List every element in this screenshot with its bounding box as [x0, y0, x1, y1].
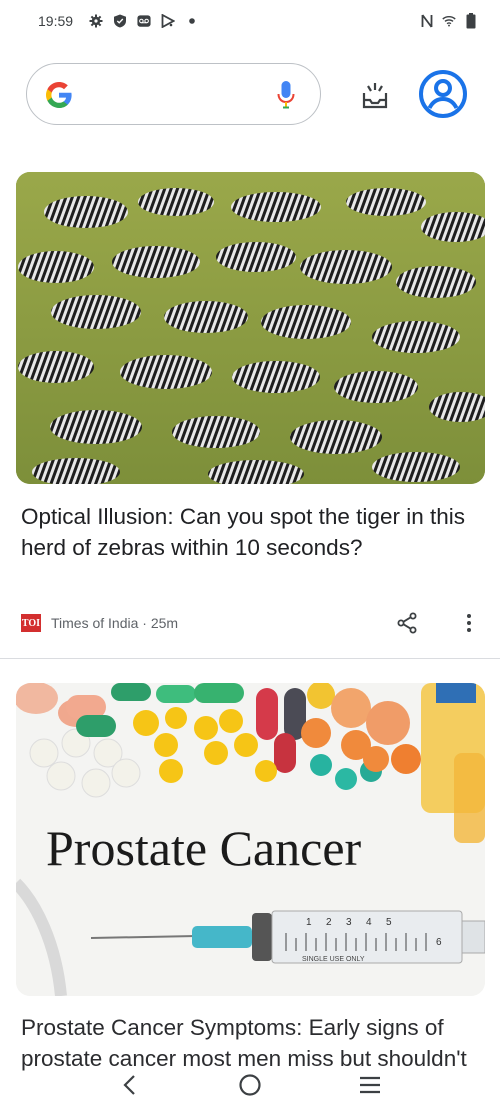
card-meta: TOI Times of India · 25m — [21, 609, 481, 637]
zebra-herd-image[interactable] — [16, 172, 485, 484]
battery-icon — [464, 13, 478, 29]
source-logo: TOI — [21, 614, 41, 632]
notification-dot-icon — [185, 14, 199, 28]
article-age: 25m — [150, 615, 179, 631]
syringe-number: 4 — [366, 917, 372, 928]
pills-illustration: Prostate Cancer 1 2 3 4 5 6 SINGLE USE O… — [16, 683, 485, 996]
status-time: 19:59 — [38, 13, 74, 29]
zebra-illustration — [16, 172, 485, 484]
source-name[interactable]: Times of India — [51, 615, 138, 631]
account-avatar-icon[interactable] — [418, 69, 468, 119]
card-divider — [0, 658, 500, 659]
syringe-number: 3 — [346, 917, 352, 928]
feed-card[interactable]: Prostate Cancer 1 2 3 4 5 6 SINGLE USE O… — [0, 683, 500, 1111]
search-input[interactable] — [26, 63, 321, 125]
search-row — [26, 63, 486, 125]
wifi-icon — [442, 14, 456, 28]
feed-card[interactable]: Optical Illusion: Can you spot the tiger… — [0, 172, 500, 658]
syringe-number: 6 — [436, 937, 442, 948]
more-options-icon[interactable] — [457, 611, 481, 635]
nfc-icon — [420, 14, 434, 28]
nav-recents-button[interactable] — [356, 1071, 384, 1099]
share-icon[interactable] — [395, 611, 419, 635]
meta-separator: · — [138, 615, 151, 631]
settings-gear-icon — [89, 14, 103, 28]
back-chevron-icon — [123, 1074, 135, 1095]
play-games-icon — [161, 14, 176, 28]
nav-back-button[interactable] — [116, 1071, 144, 1099]
image-title-text: Prostate Cancer — [46, 820, 362, 876]
google-logo-icon — [46, 82, 72, 108]
system-nav-bar — [0, 1058, 500, 1111]
card-headline[interactable]: Optical Illusion: Can you spot the tiger… — [21, 502, 471, 563]
syringe-number: 2 — [326, 917, 332, 928]
shield-icon — [113, 14, 127, 28]
syringe-number: 5 — [386, 917, 392, 928]
voicemail-icon — [137, 14, 151, 28]
syringe-number: 1 — [306, 917, 312, 928]
home-circle-icon — [239, 1073, 261, 1096]
status-bar: 19:59 — [0, 0, 500, 42]
nav-home-button[interactable] — [236, 1071, 264, 1099]
syringe-label: SINGLE USE ONLY — [302, 956, 365, 963]
microphone-icon[interactable] — [277, 80, 295, 110]
pills-syringe-image[interactable]: Prostate Cancer 1 2 3 4 5 6 SINGLE USE O… — [16, 683, 485, 996]
recents-menu-icon — [360, 1076, 380, 1093]
updates-inbox-icon[interactable] — [360, 80, 390, 110]
